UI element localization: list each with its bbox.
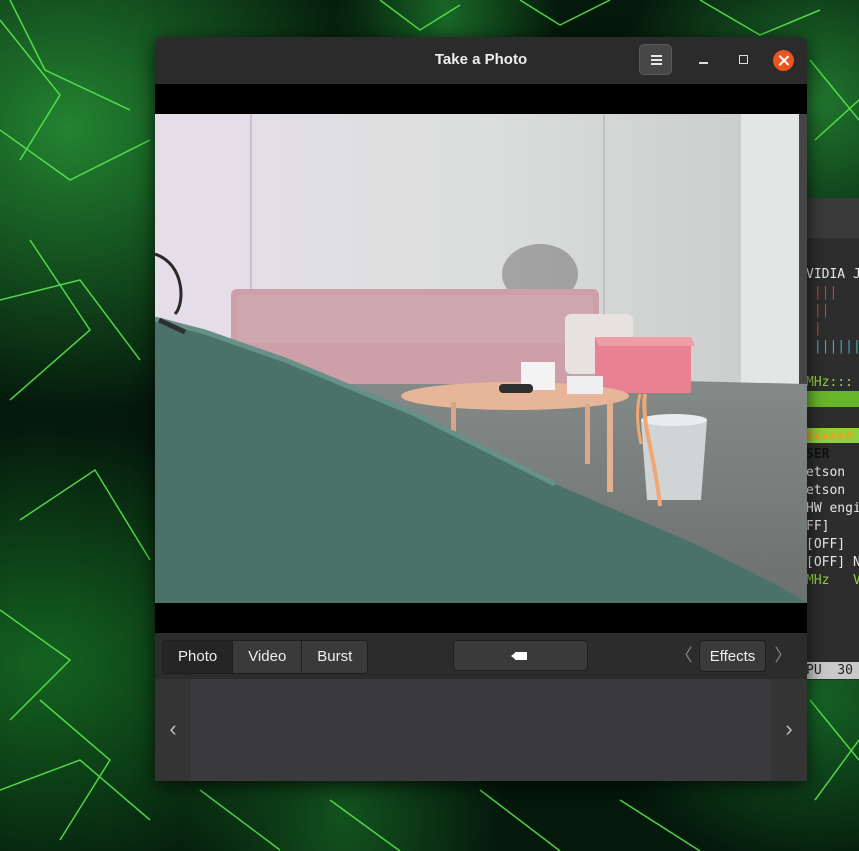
- terminal-line: ||||||: [806, 339, 859, 354]
- minimize-icon: [699, 62, 708, 64]
- terminal-line: HW engi: [806, 501, 859, 516]
- camera-preview: [155, 114, 807, 603]
- terminal-footer: PU 30: [806, 662, 859, 679]
- terminal-line: VIDIA J: [806, 267, 859, 282]
- terminal-line: etson: [806, 483, 846, 498]
- effects-prev-button[interactable]: 〈: [670, 640, 698, 672]
- camera-preview-image: [155, 114, 807, 603]
- terminal-line: [OFF] N: [806, 555, 859, 570]
- menu-icon: [651, 59, 662, 61]
- mode-video-button[interactable]: Video: [233, 641, 303, 673]
- terminal-line: MHz V: [806, 573, 859, 588]
- minimize-button[interactable]: [693, 49, 715, 71]
- terminal-line: FF]: [806, 519, 830, 534]
- terminal-line: MHz:::: [806, 375, 853, 390]
- terminal-line: |||: [806, 285, 838, 300]
- terminal-line: etson: [806, 465, 846, 480]
- terminal-titlebar: [800, 198, 859, 238]
- take-photo-button[interactable]: [453, 640, 588, 671]
- terminal-line: [OFF]: [806, 537, 846, 552]
- gallery-next-button[interactable]: ›: [771, 679, 807, 781]
- terminal-line: |: [806, 321, 822, 336]
- video-camera-icon: [511, 652, 527, 660]
- terminal-line: ######: [806, 429, 853, 444]
- titlebar[interactable]: Take a Photo: [155, 37, 807, 85]
- close-button[interactable]: [773, 50, 794, 71]
- mode-switcher: Photo Video Burst: [162, 640, 369, 674]
- effects-button[interactable]: Effects: [699, 640, 766, 672]
- menu-icon: [651, 63, 662, 65]
- menu-icon: [651, 55, 662, 57]
- menu-button[interactable]: [639, 44, 672, 75]
- thumbnail-gallery: ‹ ›: [155, 679, 807, 781]
- thumbnail-strip[interactable]: [191, 679, 771, 781]
- effects-next-button[interactable]: 〉: [769, 640, 797, 672]
- camera-viewport: [155, 84, 807, 633]
- mode-photo-button[interactable]: Photo: [163, 641, 234, 673]
- terminal-line: SER: [806, 447, 830, 462]
- gallery-prev-button[interactable]: ‹: [155, 679, 191, 781]
- camera-controls: Photo Video Burst 〈 Effects 〉 ‹ ›: [155, 633, 807, 781]
- mode-burst-button[interactable]: Burst: [302, 641, 368, 673]
- maximize-icon: [739, 55, 748, 64]
- terminal-line: ||: [806, 303, 830, 318]
- cheese-window: Take a Photo Photo Video Burst 〈 Effects…: [155, 37, 807, 781]
- maximize-button[interactable]: [733, 49, 755, 71]
- terminal-text: VIDIA J ||| || | |||||| MHz::: ###### SE…: [806, 248, 859, 608]
